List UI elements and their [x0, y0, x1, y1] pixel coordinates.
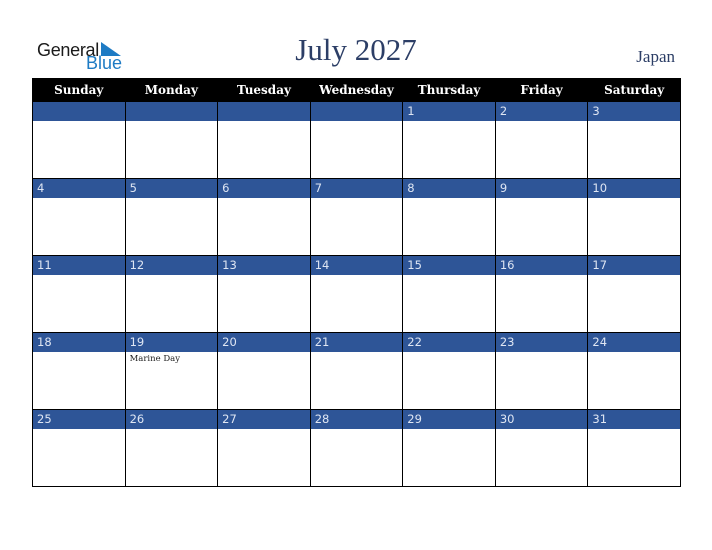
week-row: 25 26 27 28 29 30 31 [32, 409, 681, 487]
day-cell[interactable]: 25 [32, 409, 126, 487]
day-number: 12 [125, 256, 218, 275]
day-number: 21 [310, 333, 403, 352]
day-cell[interactable]: 20 [217, 332, 311, 410]
day-number: 20 [218, 333, 310, 352]
day-cell[interactable]: 26 [124, 409, 219, 487]
day-cell[interactable]: 5 [124, 178, 219, 256]
day-number: 28 [310, 410, 403, 429]
day-cell[interactable]: 24 [587, 332, 681, 410]
day-cell[interactable]: 22 [402, 332, 496, 410]
day-cell[interactable]: 11 [32, 255, 126, 333]
day-number: 27 [218, 410, 310, 429]
day-cell[interactable]: 17 [587, 255, 681, 333]
day-cell[interactable]: 18 [32, 332, 126, 410]
day-number: 22 [403, 333, 495, 352]
calendar-grid: Sunday Monday Tuesday Wednesday Thursday… [32, 78, 681, 487]
weekday-header: Tuesday [217, 78, 311, 102]
day-cell[interactable]: 6 [217, 178, 311, 256]
weekday-header: Monday [124, 78, 219, 102]
weekday-header: Thursday [402, 78, 496, 102]
day-number: 1 [403, 102, 495, 121]
weekday-header: Saturday [587, 78, 681, 102]
week-row: 18 19 Marine Day 20 21 22 23 24 [32, 332, 681, 410]
day-cell[interactable]: 12 [124, 255, 219, 333]
day-number: 13 [218, 256, 310, 275]
day-cell[interactable]: 30 [494, 409, 589, 487]
day-number: 6 [218, 179, 310, 198]
weekday-header: Wednesday [309, 78, 404, 102]
day-cell[interactable]: 15 [402, 255, 496, 333]
week-row: 4 5 6 7 8 9 10 [32, 178, 681, 256]
day-number: 19 [125, 333, 218, 352]
day-cell[interactable]: 19 Marine Day [124, 332, 219, 410]
day-number: 10 [588, 179, 680, 198]
day-cell[interactable]: 23 [494, 332, 589, 410]
day-number: 16 [495, 256, 588, 275]
day-cell[interactable]: 2 [494, 101, 589, 179]
day-number: 5 [125, 179, 218, 198]
day-number: 14 [310, 256, 403, 275]
day-number [218, 102, 310, 121]
weekday-header: Sunday [32, 78, 126, 102]
day-cell[interactable]: 7 [309, 178, 404, 256]
day-cell[interactable]: 27 [217, 409, 311, 487]
day-cell[interactable]: 28 [309, 409, 404, 487]
day-cell[interactable] [217, 101, 311, 179]
day-cell[interactable]: 10 [587, 178, 681, 256]
day-number: 17 [588, 256, 680, 275]
day-cell[interactable]: 29 [402, 409, 496, 487]
page-title: July 2027 [295, 32, 417, 67]
weekday-header-row: Sunday Monday Tuesday Wednesday Thursday… [32, 78, 681, 102]
day-cell[interactable] [309, 101, 404, 179]
day-number: 31 [588, 410, 680, 429]
day-cell[interactable]: 31 [587, 409, 681, 487]
day-cell[interactable]: 9 [494, 178, 589, 256]
day-number [33, 102, 125, 121]
day-cell[interactable]: 21 [309, 332, 404, 410]
day-cell[interactable] [32, 101, 126, 179]
holiday-label: Marine Day [129, 354, 181, 364]
day-cell[interactable]: 1 [402, 101, 496, 179]
day-number: 29 [403, 410, 495, 429]
day-number: 25 [33, 410, 125, 429]
day-number: 4 [33, 179, 125, 198]
day-number: 11 [33, 256, 125, 275]
week-row: 11 12 13 14 15 16 17 [32, 255, 681, 333]
weekday-header: Friday [494, 78, 589, 102]
day-number: 23 [495, 333, 588, 352]
day-number: 26 [125, 410, 218, 429]
day-number: 24 [588, 333, 680, 352]
day-number: 15 [403, 256, 495, 275]
day-number: 8 [403, 179, 495, 198]
week-row: 123 [32, 101, 681, 179]
day-number: 30 [495, 410, 588, 429]
day-cell[interactable]: 16 [494, 255, 589, 333]
day-cell[interactable]: 3 [587, 101, 681, 179]
day-cell[interactable]: 13 [217, 255, 311, 333]
day-cell[interactable]: 14 [309, 255, 404, 333]
country-label: Japan [636, 47, 675, 66]
day-cell[interactable] [124, 101, 219, 179]
day-number: 7 [310, 179, 403, 198]
day-number [310, 102, 403, 121]
day-number: 3 [588, 102, 680, 121]
day-cell[interactable]: 8 [402, 178, 496, 256]
day-number: 2 [495, 102, 588, 121]
day-cell[interactable]: 4 [32, 178, 126, 256]
day-number: 9 [495, 179, 588, 198]
day-number: 18 [33, 333, 125, 352]
day-number [125, 102, 218, 121]
